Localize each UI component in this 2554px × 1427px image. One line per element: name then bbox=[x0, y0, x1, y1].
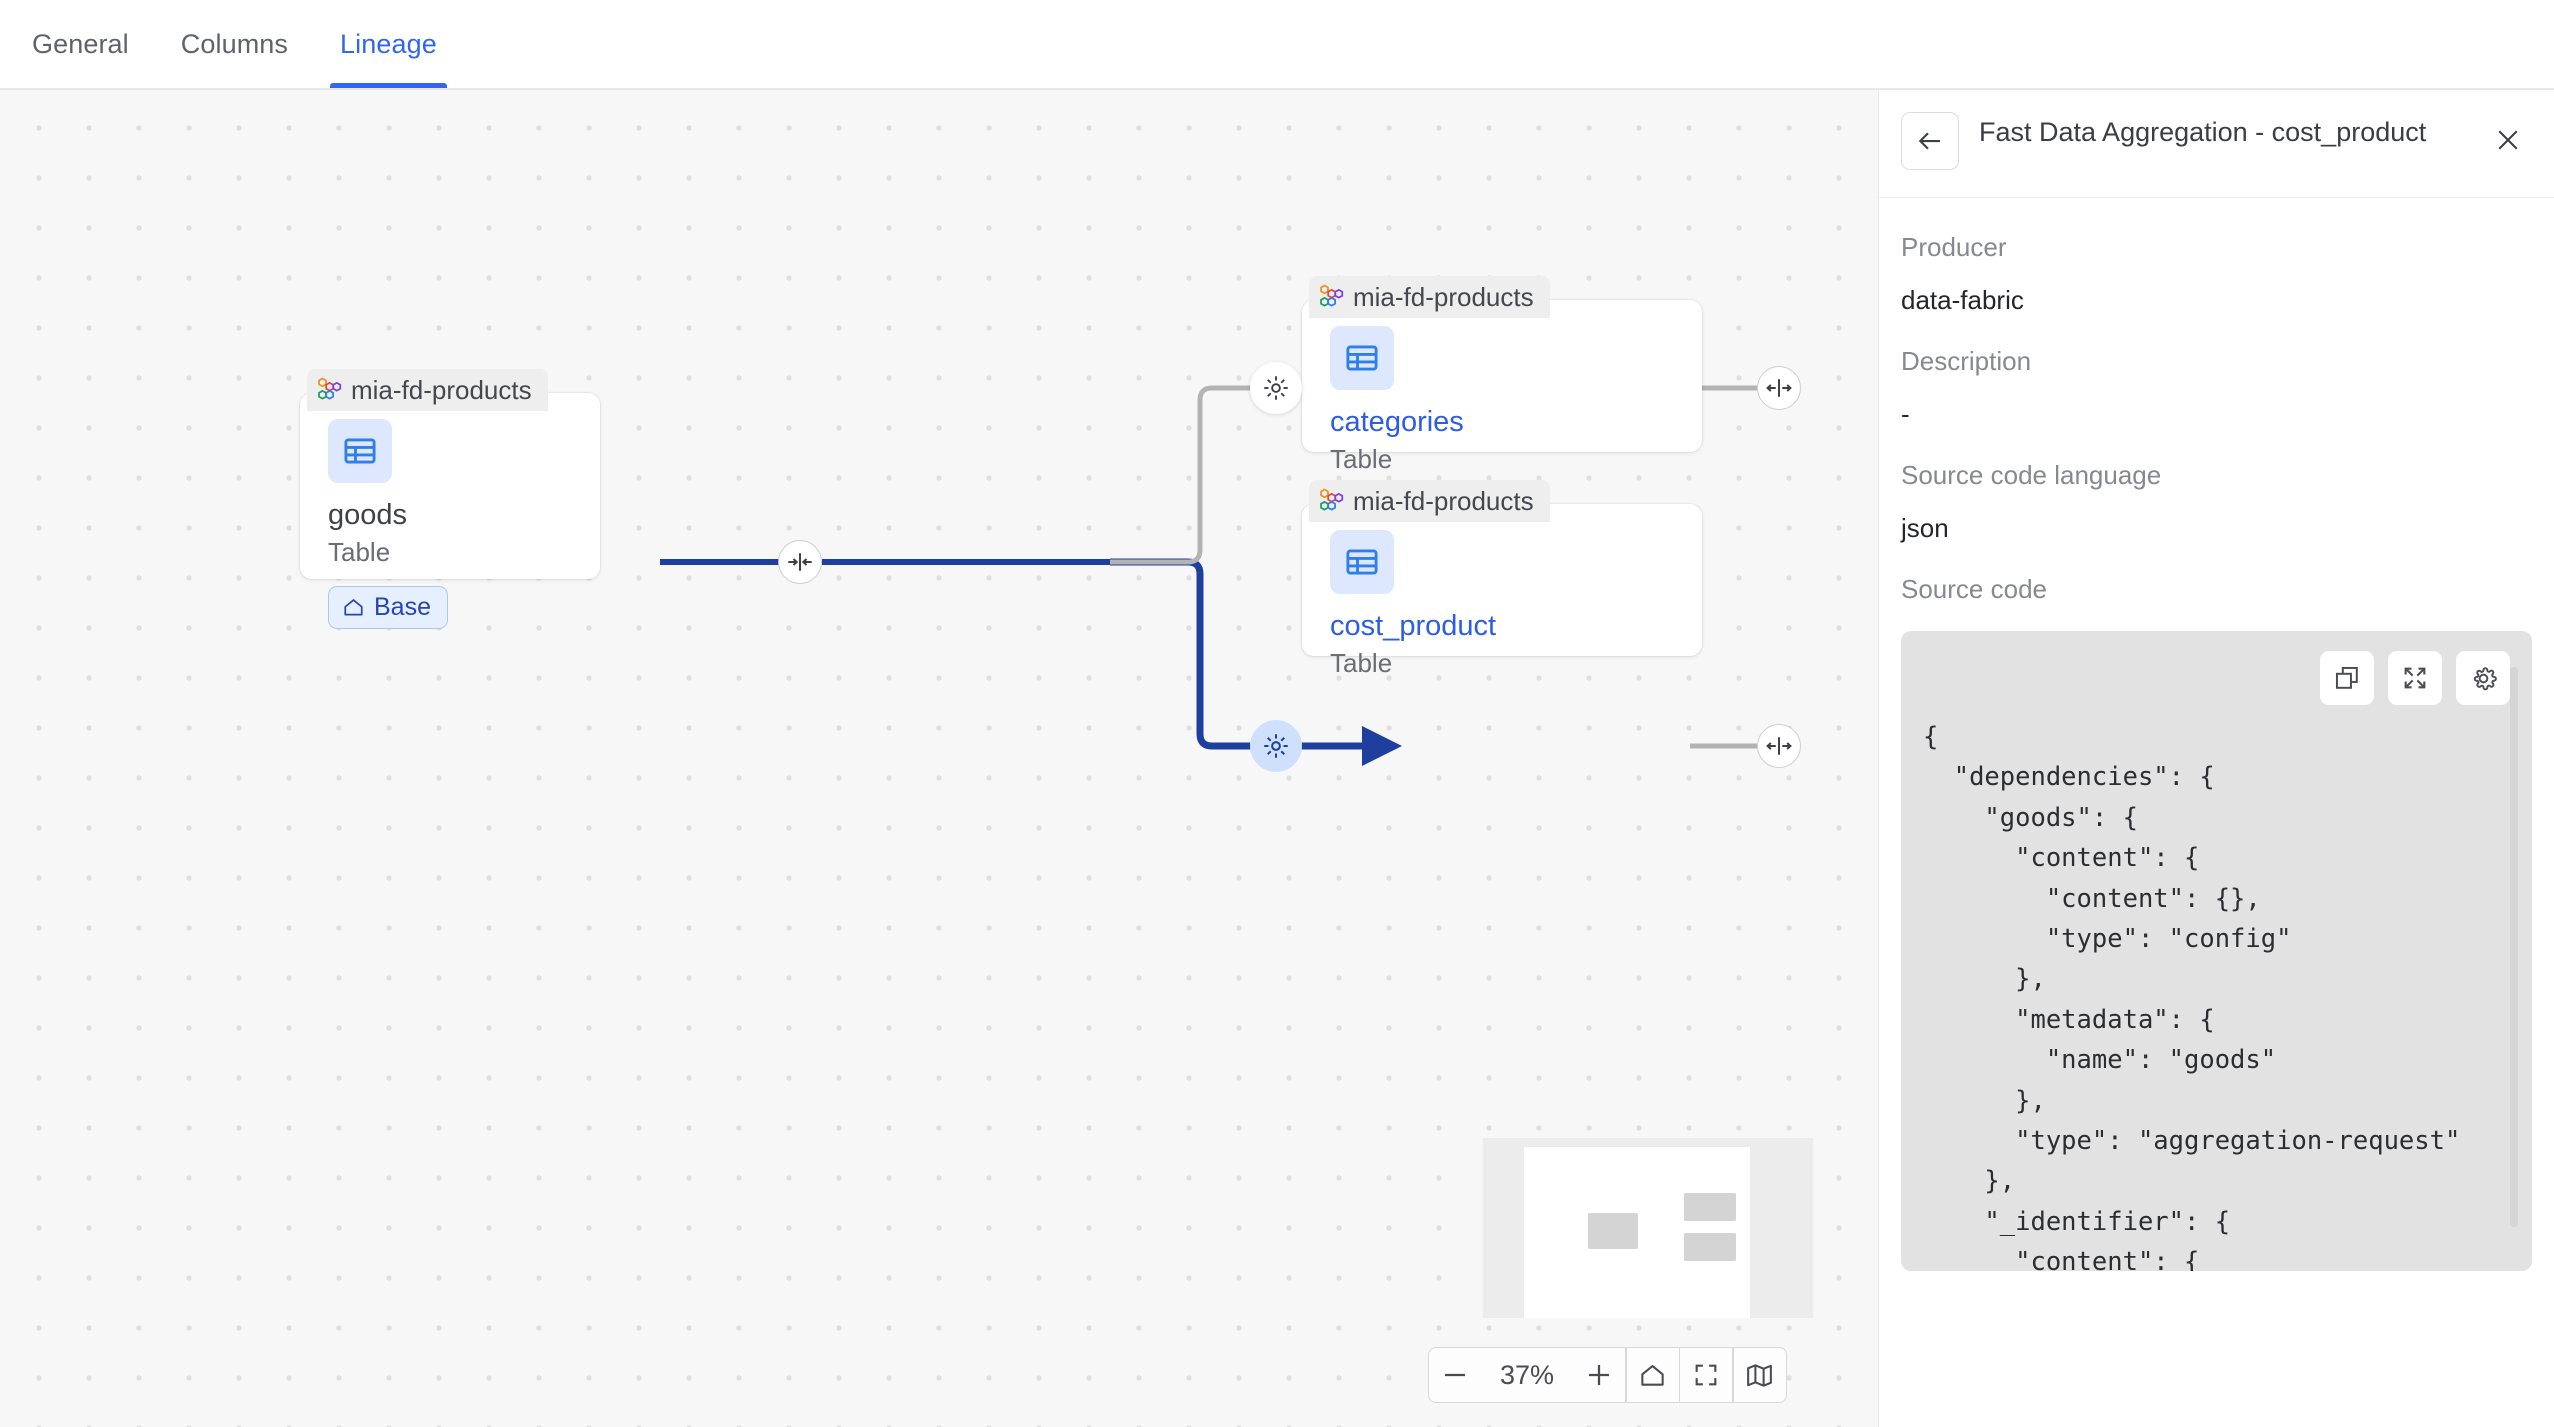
code-scrollbar[interactable] bbox=[2510, 667, 2518, 1227]
node-title-cost-product[interactable]: cost_product bbox=[1330, 610, 1674, 643]
node-body-categories: categories Table bbox=[1302, 300, 1702, 499]
gear-icon bbox=[1264, 376, 1288, 400]
details-panel-header: Fast Data Aggregation - cost_product bbox=[1879, 90, 2554, 198]
node-subtitle-goods: Table bbox=[328, 537, 391, 567]
reset-view-button[interactable] bbox=[1627, 1348, 1679, 1402]
zoom-level-label: 37% bbox=[1499, 1359, 1555, 1390]
edge-gear-categories[interactable] bbox=[1250, 362, 1302, 414]
back-button[interactable] bbox=[1901, 112, 1959, 170]
copy-icon bbox=[2335, 666, 2358, 689]
zoom-controls: 37% bbox=[1428, 1347, 1787, 1403]
lineage-page: General Columns Lineage mia-fd-products … bbox=[0, 0, 2554, 1427]
field-value-description: - bbox=[1901, 399, 1910, 429]
source-code-toolbar bbox=[2320, 651, 2510, 705]
node-chip-cost-product: mia-fd-products bbox=[1309, 480, 1550, 522]
copy-code-button[interactable] bbox=[2320, 651, 2374, 705]
tab-columns[interactable]: Columns bbox=[155, 0, 314, 88]
tab-general[interactable]: General bbox=[6, 0, 155, 88]
node-badge-base: Base bbox=[328, 586, 448, 629]
cluster-hexagons-icon bbox=[1320, 488, 1344, 511]
collapse-arrows-icon bbox=[788, 553, 812, 571]
close-icon bbox=[2498, 130, 2518, 150]
table-icon bbox=[1346, 549, 1378, 575]
source-code-block[interactable]: { "dependencies": { "goods": { "content"… bbox=[1901, 631, 2532, 1271]
field-value-producer: data-fabric bbox=[1901, 285, 2024, 315]
expand-code-button[interactable] bbox=[2388, 651, 2442, 705]
node-title-goods: goods bbox=[328, 499, 408, 531]
table-icon-wrap bbox=[328, 419, 392, 483]
node-chip-categories: mia-fd-products bbox=[1309, 276, 1550, 318]
settings-gear-icon bbox=[2473, 666, 2497, 690]
arrow-left-icon bbox=[1918, 132, 1940, 150]
tab-general-label: General bbox=[32, 28, 129, 59]
table-icon bbox=[1346, 345, 1378, 371]
edge-gear-cost-product[interactable] bbox=[1250, 720, 1302, 772]
table-icon-wrap bbox=[1330, 530, 1394, 594]
expand-arrows-icon bbox=[1766, 737, 1792, 755]
code-settings-button[interactable] bbox=[2456, 651, 2510, 705]
node-subtitle-categories: Table bbox=[1330, 444, 1393, 474]
lineage-node-goods[interactable]: mia-fd-products goods Table Base bbox=[300, 369, 600, 629]
map-icon bbox=[1747, 1363, 1773, 1387]
minus-icon bbox=[1445, 1373, 1465, 1377]
plus-icon bbox=[1589, 1365, 1609, 1385]
lineage-node-cost-product[interactable]: mia-fd-products cost_product Table bbox=[1302, 480, 1702, 678]
home-icon bbox=[1641, 1364, 1664, 1386]
minimap-node bbox=[1684, 1233, 1736, 1261]
lineage-node-categories[interactable]: mia-fd-products categories Table bbox=[1302, 276, 1702, 474]
toggle-minimap-button[interactable] bbox=[1734, 1348, 1786, 1402]
node-chip-goods: mia-fd-products bbox=[307, 369, 548, 411]
expand-downstream-handle-categories[interactable] bbox=[1757, 366, 1801, 410]
home-icon bbox=[344, 599, 363, 616]
tab-columns-label: Columns bbox=[180, 28, 289, 59]
details-panel-title: Fast Data Aggregation - cost_product bbox=[1979, 117, 2427, 147]
gear-icon bbox=[1264, 734, 1288, 758]
node-badge-label: Base bbox=[374, 593, 431, 621]
minimap-node bbox=[1684, 1193, 1736, 1221]
field-label-producer: Producer bbox=[1901, 232, 2007, 262]
source-code-text: { "dependencies": { "goods": { "content"… bbox=[1923, 722, 2461, 1271]
node-chip-label: mia-fd-products bbox=[1353, 485, 1534, 516]
cluster-hexagons-icon bbox=[318, 377, 342, 400]
table-icon-wrap bbox=[1330, 326, 1394, 390]
node-body-cost-product: cost_product Table bbox=[1302, 504, 1702, 703]
tab-lineage-label: Lineage bbox=[340, 28, 437, 59]
field-label-description: Description bbox=[1901, 346, 2032, 376]
minimap[interactable] bbox=[1483, 1138, 1813, 1318]
field-label-source-code: Source code bbox=[1901, 574, 2047, 604]
details-panel-body: Producer data-fabric Description - Sourc… bbox=[1879, 198, 2554, 1271]
field-value-source-code-language: json bbox=[1901, 513, 1949, 543]
fit-screen-button[interactable] bbox=[1680, 1348, 1732, 1402]
fit-screen-icon bbox=[1695, 1364, 1717, 1386]
expand-icon bbox=[2404, 667, 2426, 689]
collapse-upstream-handle[interactable] bbox=[778, 540, 822, 584]
tab-lineage[interactable]: Lineage bbox=[314, 0, 463, 88]
close-panel-button[interactable] bbox=[2486, 118, 2530, 162]
tab-bar: General Columns Lineage bbox=[0, 0, 2554, 90]
node-title-categories[interactable]: categories bbox=[1330, 406, 1674, 439]
expand-downstream-handle-cost-product[interactable] bbox=[1757, 724, 1801, 768]
node-chip-label: mia-fd-products bbox=[351, 374, 532, 405]
zoom-in-button[interactable] bbox=[1573, 1348, 1625, 1402]
field-label-source-code-language: Source code language bbox=[1901, 460, 2162, 490]
expand-arrows-icon bbox=[1766, 379, 1792, 397]
node-chip-label: mia-fd-products bbox=[1353, 281, 1534, 312]
table-icon bbox=[344, 438, 376, 464]
minimap-node bbox=[1588, 1213, 1638, 1249]
details-panel: Fast Data Aggregation - cost_product Pro… bbox=[1878, 90, 2554, 1427]
cluster-hexagons-icon bbox=[1320, 284, 1344, 307]
node-subtitle-cost-product: Table bbox=[1330, 648, 1393, 678]
minimap-viewport bbox=[1524, 1147, 1750, 1318]
node-body-goods: goods Table Base bbox=[300, 393, 600, 653]
zoom-out-button[interactable] bbox=[1429, 1348, 1481, 1402]
